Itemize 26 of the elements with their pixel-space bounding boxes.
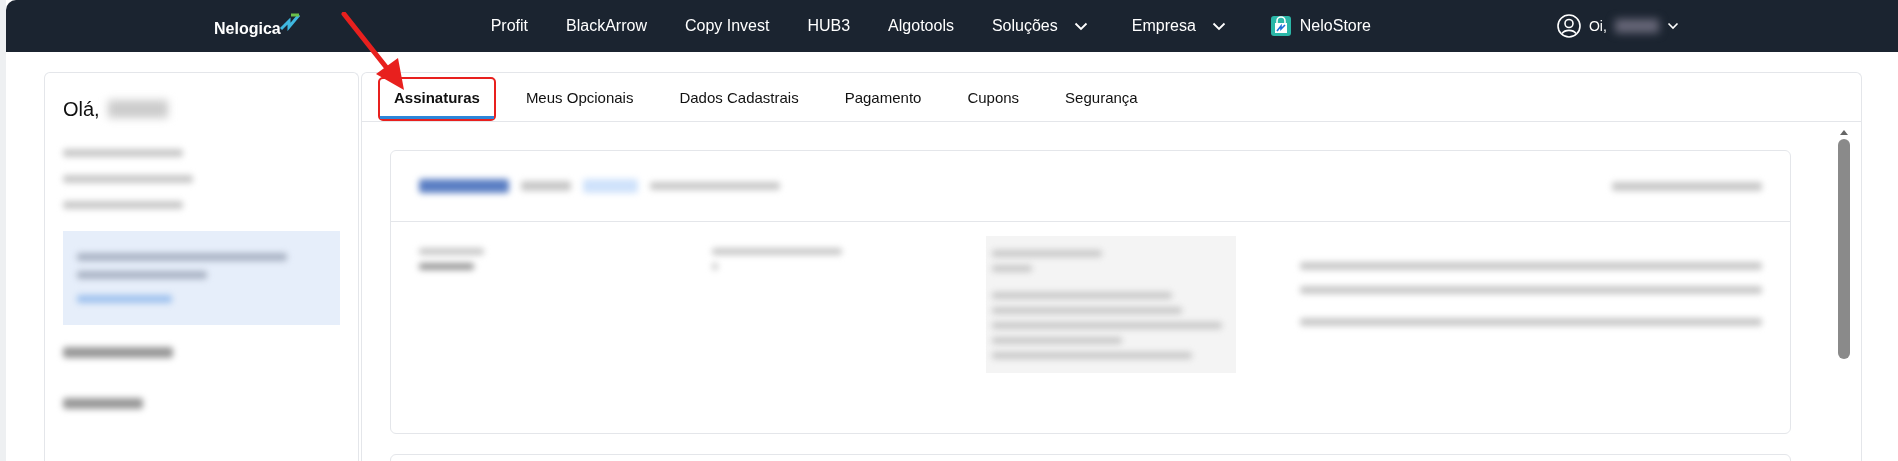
logo[interactable]: Nelogica (214, 13, 301, 39)
greeting: Olá, (63, 97, 100, 121)
scrollbar[interactable] (1837, 129, 1851, 359)
tab[interactable]: Pagamento (830, 79, 936, 119)
store-link[interactable]: NeloStore (1269, 15, 1371, 37)
nav-dropdown[interactable]: Soluções (991, 17, 1088, 35)
tab[interactable]: Meus Opcionais (511, 79, 648, 119)
nav-link[interactable]: BlackArrow (566, 17, 647, 35)
nav-link[interactable]: HUB3 (807, 17, 851, 35)
redacted-name (107, 100, 168, 118)
scroll-up-icon[interactable] (1839, 129, 1849, 136)
redacted-name (1614, 19, 1659, 33)
logo-text: Nelogica (214, 20, 281, 38)
chevron-down-icon (1073, 21, 1088, 31)
tab[interactable]: Segurança (1051, 79, 1152, 119)
scrollbar-thumb[interactable] (1838, 139, 1850, 359)
tab[interactable]: Dados Cadastrais (665, 79, 813, 119)
tab[interactable]: Cupons (953, 79, 1034, 119)
chevron-down-icon (1211, 21, 1226, 31)
nav-link[interactable]: Profit (490, 17, 529, 35)
user-avatar-icon[interactable] (1556, 14, 1581, 38)
chevron-down-icon[interactable] (1666, 22, 1679, 30)
nav-dropdown[interactable]: Empresa (1131, 17, 1226, 35)
nav-link[interactable]: Algotools (888, 17, 954, 35)
user-greeting: Oi, (1588, 18, 1607, 34)
nav-link[interactable]: Copy Invest (684, 17, 770, 35)
